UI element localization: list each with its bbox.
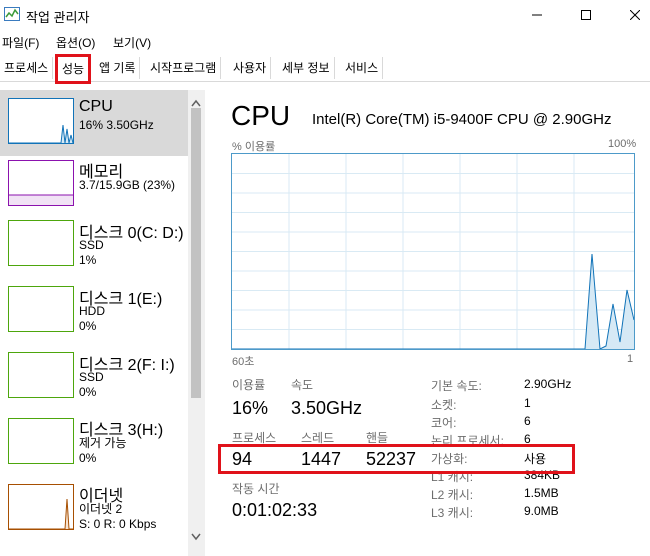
tab-app-history[interactable]: 앱 기록	[95, 57, 141, 79]
ethernet-thumbnail-graph	[8, 484, 74, 530]
window-title: 작업 관리자	[26, 10, 90, 25]
maximize-button[interactable]	[563, 0, 609, 30]
sidebar-ethernet-throughput: S: 0 R: 0 Kbps	[79, 517, 157, 531]
sidebar-ethernet-adapter: 이더넷 2	[79, 502, 123, 516]
graph-time-span: 60초	[232, 356, 255, 368]
sidebar-disk-0-usage: 1%	[79, 253, 97, 267]
tab-processes[interactable]: 프로세스	[0, 57, 54, 79]
sidebar-disk-1-type: HDD	[79, 304, 105, 318]
cpu-utilization-graph	[231, 153, 635, 350]
info-value-base-speed: 2.90GHz	[524, 377, 572, 391]
task-manager-icon	[4, 7, 20, 21]
scrollbar-thumb[interactable]	[191, 108, 201, 398]
page-title: CPU	[231, 100, 291, 131]
menu-view[interactable]: 보기(V)	[113, 34, 151, 51]
menu-file[interactable]: 파일(F)	[2, 34, 39, 51]
info-value-cores: 6	[524, 414, 531, 428]
tab-startup[interactable]: 시작프로그램	[146, 57, 222, 79]
info-label-base-speed: 기본 속도:	[431, 379, 482, 393]
menu-bar	[0, 30, 650, 52]
info-label-cores: 코어:	[431, 416, 457, 430]
info-label-sockets: 소켓:	[431, 398, 457, 412]
graph-y-label: % 이용률	[232, 141, 276, 153]
graph-time-end: 1	[627, 353, 634, 365]
info-label-l2-cache: L2 캐시:	[431, 488, 474, 502]
close-button[interactable]	[612, 0, 650, 30]
cpu-model-name: Intel(R) Core(TM) i5-9400F CPU @ 2.90GHz	[312, 111, 612, 128]
sidebar-disk-3-type: 제거 가능	[79, 436, 127, 450]
menu-options[interactable]: 옵션(O)	[56, 34, 95, 51]
cpu-thumbnail-graph	[8, 98, 74, 144]
sidebar-memory-usage: 3.7/15.9GB (23%)	[79, 178, 176, 192]
info-value-l2-cache: 1.5MB	[524, 486, 559, 500]
utilization-value: 16%	[232, 398, 269, 418]
minimize-button[interactable]	[514, 0, 560, 30]
graph-y-max: 100%	[608, 138, 637, 150]
speed-value: 3.50GHz	[291, 398, 363, 418]
uptime-value: 0:01:02:33	[232, 500, 318, 520]
disk-3-thumbnail-graph	[8, 418, 74, 464]
sidebar-disk-0-type: SSD	[79, 238, 104, 252]
sidebar-disk-1-usage: 0%	[79, 319, 97, 333]
tab-details[interactable]: 세부 정보	[278, 57, 335, 79]
tab-services[interactable]: 서비스	[341, 57, 384, 79]
uptime-label: 작동 시간	[232, 482, 280, 496]
tab-performance[interactable]: 성능	[55, 54, 92, 84]
scroll-down-icon[interactable]	[191, 528, 201, 546]
sidebar-disk-2-type: SSD	[79, 370, 104, 384]
speed-label: 속도	[291, 378, 314, 392]
utilization-label: 이용률	[232, 378, 266, 392]
info-label-l3-cache: L3 캐시:	[431, 506, 474, 520]
disk-1-thumbnail-graph	[8, 286, 74, 332]
memory-thumbnail-graph	[8, 160, 74, 206]
info-value-sockets: 1	[524, 396, 531, 410]
info-value-l3-cache: 9.0MB	[524, 504, 559, 518]
sidebar-disk-2-usage: 0%	[79, 385, 97, 399]
tab-users[interactable]: 사용자	[229, 57, 272, 79]
sidebar-disk-3-usage: 0%	[79, 451, 97, 465]
sidebar-cpu-usage: 16% 3.50GHz	[79, 118, 154, 132]
disk-2-thumbnail-graph	[8, 352, 74, 398]
highlight-box	[218, 444, 575, 474]
disk-0-thumbnail-graph	[8, 220, 74, 266]
sidebar-cpu-title: CPU	[79, 98, 113, 115]
cpu-graph-svg	[232, 154, 635, 350]
